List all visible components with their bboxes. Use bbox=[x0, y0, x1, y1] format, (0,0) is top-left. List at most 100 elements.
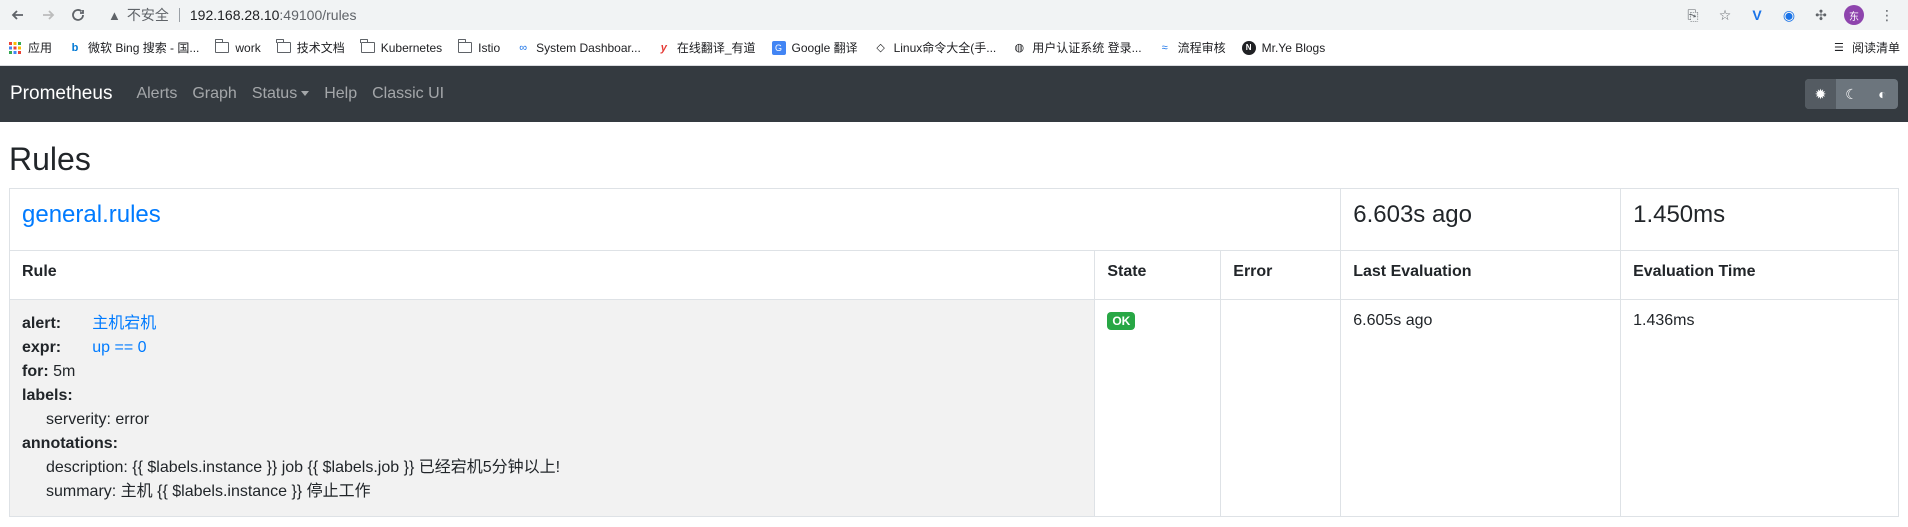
blog-icon: N bbox=[1241, 40, 1256, 55]
main-content: Rules general.rules 6.603s ago 1.450ms R… bbox=[0, 140, 1908, 518]
bookmark-label: Google 翻译 bbox=[791, 41, 858, 55]
theme-toggle-group: ✹ ☾ ◐ bbox=[1805, 79, 1898, 109]
for-value: 5m bbox=[53, 363, 76, 381]
column-header-state: State bbox=[1094, 250, 1222, 301]
kebab-menu-icon[interactable]: ⋮ bbox=[1878, 6, 1896, 24]
nav-classic-ui[interactable]: Classic UI bbox=[372, 85, 444, 103]
expr-link[interactable]: up == 0 bbox=[92, 339, 146, 356]
extension-bird-icon[interactable]: ◉ bbox=[1780, 6, 1798, 24]
star-icon[interactable]: ☆ bbox=[1716, 6, 1734, 24]
forward-arrow-icon[interactable] bbox=[36, 3, 60, 27]
bookmark-label: work bbox=[235, 40, 261, 55]
bookmark-label: 技术文档 bbox=[296, 41, 345, 55]
linux-icon: ◇ bbox=[876, 42, 885, 54]
brand-link[interactable]: Prometheus bbox=[10, 83, 112, 105]
insecure-label: 不安全 bbox=[127, 8, 180, 22]
nav-alerts[interactable]: Alerts bbox=[136, 85, 177, 103]
prometheus-navbar: Prometheus Alerts Graph Status Help Clas… bbox=[0, 66, 1908, 122]
bookmark-bing[interactable]: b 微软 Bing 搜索 - 国... bbox=[68, 39, 200, 56]
bookmark-label: 用户认证系统 登录... bbox=[1032, 41, 1142, 55]
column-header-evaluation-time: Evaluation Time bbox=[1620, 250, 1899, 301]
group-evaluation-time: 1.450ms bbox=[1633, 201, 1726, 229]
bookmark-label: Istio bbox=[478, 40, 501, 55]
bookmark-youdao[interactable]: y 在线翻译_有道 bbox=[657, 39, 756, 56]
bookmark-system-dashboard[interactable]: ∞ System Dashboar... bbox=[516, 41, 641, 55]
rule-last-evaluation: 6.605s ago bbox=[1340, 299, 1622, 518]
address-bar[interactable]: ▲ 不安全 192.168.28.10:49100/rules bbox=[100, 2, 1684, 28]
rule-group-link[interactable]: general.rules bbox=[22, 201, 161, 228]
bookmark-label: Linux命令大全(手... bbox=[893, 41, 997, 55]
dark-theme-moon-icon[interactable]: ☾ bbox=[1836, 79, 1867, 109]
reload-icon[interactable] bbox=[66, 3, 90, 27]
rule-definition-cell: alert: 主机宕机 expr: up == 0 for: 5m labels… bbox=[8, 299, 1096, 518]
bookmark-label: 在线翻译_有道 bbox=[676, 41, 756, 55]
bookmark-google-translate[interactable]: G Google 翻译 bbox=[771, 39, 858, 56]
alert-key: alert: bbox=[22, 315, 62, 333]
bookmarks-bar: 应用 b 微软 Bing 搜索 - 国... work 技术文档 Kuberne… bbox=[0, 30, 1908, 66]
rule-state-cell: OK bbox=[1094, 299, 1222, 518]
rules-table: general.rules 6.603s ago 1.450ms Rule St… bbox=[8, 188, 1899, 518]
profile-avatar[interactable]: 东 bbox=[1844, 5, 1864, 25]
bookmark-work[interactable]: work bbox=[214, 39, 261, 55]
bookmark-label: 应用 bbox=[28, 41, 53, 55]
annotations-key: annotations: bbox=[22, 435, 118, 453]
bookmark-istio[interactable]: Istio bbox=[457, 39, 501, 55]
folder-icon bbox=[457, 39, 473, 55]
nav-status-label: Status bbox=[251, 85, 298, 102]
bookmark-label: Kubernetes bbox=[380, 40, 443, 55]
back-arrow-icon[interactable] bbox=[6, 3, 30, 27]
puzzle-icon[interactable]: ✣ bbox=[1812, 6, 1830, 24]
extension-v-icon[interactable]: V bbox=[1748, 6, 1766, 24]
browser-toolbar: ▲ 不安全 192.168.28.10:49100/rules ⎘ ☆ V ◉ … bbox=[0, 0, 1908, 30]
rule-annotations-line: annotations: bbox=[22, 432, 1082, 456]
caret-down-icon bbox=[301, 91, 310, 97]
for-key: for: bbox=[22, 363, 49, 381]
folder-icon bbox=[360, 39, 375, 55]
bookmark-auth-system[interactable]: ◍ 用户认证系统 登录... bbox=[1012, 39, 1141, 56]
bookmark-apps[interactable]: 应用 bbox=[8, 39, 52, 56]
folder-icon bbox=[214, 39, 230, 55]
reading-list-icon: ☰ bbox=[1834, 42, 1844, 54]
status-badge: OK bbox=[1107, 312, 1136, 331]
label-entry: serverity: error bbox=[46, 411, 150, 429]
rule-group-header: general.rules 6.603s ago 1.450ms bbox=[8, 188, 1899, 252]
bookmark-label: 流程审核 bbox=[1177, 41, 1226, 55]
annotation-summary: summary: 主机 {{ $labels.instance }} 停止工作 bbox=[46, 483, 371, 501]
bookmark-blog[interactable]: N Mr.Ye Blogs bbox=[1241, 40, 1326, 55]
page-title: Rules bbox=[9, 141, 91, 177]
nav-graph[interactable]: Graph bbox=[192, 85, 236, 103]
bookmark-workflow[interactable]: ≈ 流程审核 bbox=[1158, 39, 1226, 56]
table-row: alert: 主机宕机 expr: up == 0 for: 5m labels… bbox=[8, 299, 1899, 518]
expr-key: expr: bbox=[22, 339, 62, 357]
auto-theme-contrast-icon[interactable]: ◐ bbox=[1867, 79, 1898, 109]
rule-labels-line: labels: bbox=[22, 384, 1082, 408]
google-translate-icon: G bbox=[771, 40, 786, 55]
rule-error-cell bbox=[1220, 299, 1342, 518]
light-theme-sun-icon[interactable]: ✹ bbox=[1805, 79, 1836, 109]
translate-icon[interactable]: ⎘ bbox=[1684, 6, 1702, 24]
column-header-error: Error bbox=[1220, 250, 1342, 301]
rule-alert-line: alert: 主机宕机 bbox=[22, 312, 1082, 336]
youdao-icon: y bbox=[660, 41, 667, 54]
bookmark-label: System Dashboar... bbox=[536, 40, 641, 55]
link-icon: ∞ bbox=[519, 41, 528, 54]
url-host: 192.168.28.10 bbox=[189, 7, 280, 23]
bookmark-label: Mr.Ye Blogs bbox=[1261, 40, 1326, 55]
reading-list-label: 阅读清单 bbox=[1851, 41, 1900, 55]
bookmark-kubernetes[interactable]: Kubernetes bbox=[360, 39, 443, 55]
nav-status-dropdown[interactable]: Status bbox=[251, 85, 310, 103]
bookmark-tech-docs[interactable]: 技术文档 bbox=[276, 39, 345, 56]
bookmark-label: 微软 Bing 搜索 - 国... bbox=[88, 41, 200, 55]
warning-triangle-icon: ▲ bbox=[108, 7, 121, 23]
bing-icon: b bbox=[71, 41, 79, 54]
reading-list[interactable]: ☰ 阅读清单 bbox=[1832, 39, 1900, 56]
nav-help[interactable]: Help bbox=[324, 85, 357, 103]
rule-evaluation-time: 1.436ms bbox=[1620, 299, 1899, 518]
column-header-rule: Rule bbox=[8, 250, 1096, 301]
apps-grid-icon bbox=[8, 41, 22, 55]
folder-icon bbox=[276, 39, 291, 55]
table-header-row: Rule State Error Last Evaluation Evaluat… bbox=[8, 250, 1899, 301]
bookmark-linux[interactable]: ◇ Linux命令大全(手... bbox=[874, 39, 997, 56]
globe-icon: ◍ bbox=[1014, 42, 1025, 54]
alert-name-link[interactable]: 主机宕机 bbox=[92, 315, 156, 332]
